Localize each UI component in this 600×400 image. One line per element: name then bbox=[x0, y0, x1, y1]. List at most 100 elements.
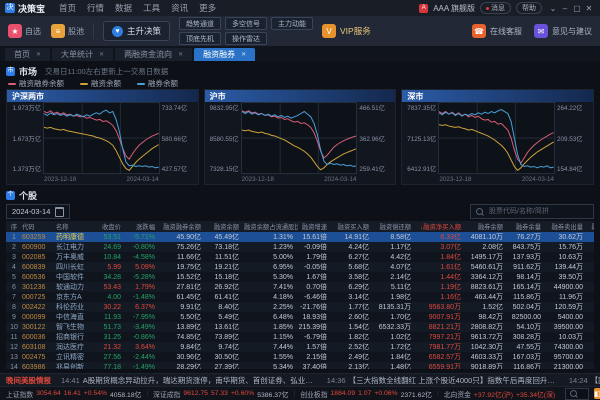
index-创业板指[interactable]: 创业板指1884.091.07+0.06%2371.62亿 bbox=[300, 389, 432, 399]
table-row-603259[interactable]: 1603259药明康德53.51-5.71%45.90亿45.49亿1.31%1… bbox=[6, 232, 594, 242]
column-header-名称[interactable]: 名称 bbox=[54, 222, 96, 231]
tab-大单统计[interactable]: 大单统计✕ bbox=[52, 48, 113, 61]
column-header-融资买入额[interactable]: 融资买入额 bbox=[332, 222, 374, 231]
column-header-序[interactable]: 序 bbox=[6, 222, 20, 231]
pill-多空信号[interactable]: 多空信号 bbox=[225, 17, 267, 30]
toolbar: ★自选 ≡股池 ♥ 主升决策 趋势通道多空信号主力动能顶底先机操作雷达 V VIP… bbox=[0, 16, 600, 46]
tab-close-icon[interactable]: ✕ bbox=[241, 51, 246, 58]
news-item[interactable]: 14:41A股期货概念异动拉升，瑞达期货涨停，南华期货、首创证券、弘业… bbox=[61, 375, 313, 386]
cell-chg: -3.49% bbox=[126, 324, 160, 331]
messages-label: 消息 bbox=[491, 3, 505, 13]
table-row-603986[interactable]: 14603986兆易创新77.18-1.49%28.29亿27.39亿5.34%… bbox=[6, 362, 594, 369]
dropdown-icon[interactable]: ⌄ bbox=[547, 4, 559, 13]
news-item[interactable]: 14:36【三大指数全线翻红 上涨个股近4000只】指数午后再度回升… bbox=[327, 375, 555, 386]
button-在线客服[interactable]: ☎在线客服 bbox=[472, 24, 522, 38]
column-header-涨跌幅[interactable]: 涨跌幅 bbox=[126, 222, 160, 231]
menu-item-行情[interactable]: 行情 bbox=[87, 2, 104, 14]
pill-顶底先机[interactable]: 顶底先机 bbox=[179, 32, 221, 45]
help-button[interactable]: 帮助 bbox=[516, 2, 542, 14]
quick-items: ★自选 ≡股池 bbox=[8, 24, 84, 38]
index-深证成指[interactable]: 深证成指9612.7557.33+0.60%5386.37亿 bbox=[153, 389, 288, 399]
tab-两融资金流向[interactable]: 两融资金流向✕ bbox=[115, 48, 192, 61]
menu-item-首页[interactable]: 首页 bbox=[59, 2, 76, 14]
table-row-603108[interactable]: 12603108润达医疗21.323.64%9.84亿9.74亿7.44%1.5… bbox=[6, 342, 594, 352]
column-header-融券卖出量[interactable]: 融券卖出量 bbox=[546, 222, 588, 231]
column-header-代码[interactable]: 代码 bbox=[20, 222, 54, 231]
menu-item-资讯[interactable]: 资讯 bbox=[171, 2, 188, 14]
table-body: 1603259药明康德53.51-5.71%45.90亿45.49亿1.31%1… bbox=[6, 232, 594, 369]
table-row-301236[interactable]: 6301236软通动力53.431.79%27.81亿26.92亿7.41%0.… bbox=[6, 282, 594, 292]
table-row-600900[interactable]: 2600900长江电力24.69-0.80%75.26亿73.18亿1.23%-… bbox=[6, 242, 594, 252]
cell-rqyl: 76.27万 bbox=[508, 232, 546, 242]
quick-自选[interactable]: ★自选 bbox=[8, 24, 41, 38]
vip-service-button[interactable]: V VIP服务 bbox=[322, 24, 371, 38]
chart-plot[interactable] bbox=[43, 102, 160, 174]
cell-close: 21.32 bbox=[96, 344, 126, 351]
column-header-融券偿还量[interactable]: 融券偿还量 bbox=[588, 222, 594, 231]
table-row-000099[interactable]: 9000099中信海直11.93-7.95%5.50亿5.49亿6.48%18.… bbox=[6, 312, 594, 322]
table-row-002085[interactable]: 3002085万丰奥威10.84-4.58%11.66亿11.51亿5.00%1… bbox=[6, 252, 594, 262]
statusbar-search-box[interactable] bbox=[565, 388, 589, 400]
table-row-600036[interactable]: 11600036招商银行31.25-0.86%74.85亿73.89亿1.15%… bbox=[6, 332, 594, 342]
pill-主力动能[interactable]: 主力动能 bbox=[271, 17, 313, 30]
main-strategy-button[interactable]: ♥ 主升决策 bbox=[103, 21, 170, 41]
tab-融资融券[interactable]: 融资融券 ✕ bbox=[194, 48, 255, 61]
tab-close-icon[interactable]: ✕ bbox=[178, 51, 183, 58]
column-header-↓融资净买入额[interactable]: ↓融资净买入额 bbox=[416, 222, 466, 231]
股池-icon: ≡ bbox=[51, 24, 65, 38]
chart-plot[interactable] bbox=[438, 102, 555, 174]
minimize-button[interactable]: – bbox=[559, 4, 571, 13]
statusbar-search-input[interactable] bbox=[580, 389, 584, 398]
cell-code: 600036 bbox=[20, 334, 54, 341]
tab-label: 融资融券 bbox=[203, 49, 235, 60]
messages-button[interactable]: 消息 bbox=[480, 2, 511, 14]
column-header-融资余额[interactable]: 融资余额 bbox=[206, 222, 244, 231]
table-row-600839[interactable]: 4600839四川长虹5.995.09%19.75亿19.21亿6.95%-0.… bbox=[6, 262, 594, 272]
cell-net: 9007.91万 bbox=[416, 312, 466, 322]
stock-search-box[interactable] bbox=[470, 204, 594, 219]
quick-股池[interactable]: ≡股池 bbox=[51, 24, 84, 38]
table-row-600536[interactable]: 5600536中国软件34.28-5.28%15.52亿15.18亿5.30%1… bbox=[6, 272, 594, 282]
table-row-300122[interactable]: 10300122智飞生物51.73-3.49%13.89亿13.61亿1.85%… bbox=[6, 322, 594, 332]
close-button[interactable]: ✕ bbox=[583, 4, 595, 13]
table-row-000725[interactable]: 7000725京东方A4.00-1.48%61.45亿61.41亿4.18%-6… bbox=[6, 292, 594, 302]
date-picker[interactable]: 2024-03-14 bbox=[6, 204, 70, 219]
cell-rzye: 61.41亿 bbox=[206, 292, 244, 302]
northbound-funds[interactable]: 北向资金+37.92亿(沪)+35.34亿(深) bbox=[444, 389, 555, 399]
cell-name: 京东方A bbox=[54, 292, 96, 302]
stock-search-input[interactable] bbox=[487, 207, 588, 216]
column-header-融券余量[interactable]: 融券余量 bbox=[508, 222, 546, 231]
cell-sell: 39500.00 bbox=[546, 324, 588, 331]
maximize-button[interactable]: ▢ bbox=[571, 4, 583, 13]
column-header-融券余额[interactable]: 融券余额 bbox=[466, 222, 508, 231]
chart-plot[interactable] bbox=[241, 102, 358, 174]
menu-item-更多[interactable]: 更多 bbox=[199, 2, 216, 14]
cell-close: 31.25 bbox=[96, 334, 126, 341]
tab-close-icon[interactable]: ✕ bbox=[36, 51, 41, 58]
news-item[interactable]: 14:24【国联证券：银行与美债期货下挫空间不大 具备高胜率配置价值…】 bbox=[569, 375, 600, 386]
market-icon: 市 bbox=[6, 67, 15, 76]
table-row-002475[interactable]: 13002475立讯精密27.56-2.44%30.96亿30.50亿1.55%… bbox=[6, 352, 594, 362]
cell-sell: 44900.00 bbox=[546, 284, 588, 291]
menu-item-数据[interactable]: 数据 bbox=[115, 2, 132, 14]
account-name[interactable]: AAA 旗舰版 bbox=[433, 3, 475, 14]
cell-chg: -1.49% bbox=[126, 364, 160, 370]
cell-code: 000099 bbox=[20, 314, 54, 321]
cell-rqyl: 98.14万 bbox=[508, 272, 546, 282]
column-header-融资融券余额[interactable]: 融资融券余额 bbox=[160, 222, 206, 231]
column-header-收盘价[interactable]: 收盘价 bbox=[96, 222, 126, 231]
cell-code: 603259 bbox=[20, 234, 54, 241]
column-header-融资余额占流通股比[interactable]: 融资余额占流通股比 bbox=[244, 222, 298, 231]
market-charts: 沪深两市1.973万亿1.673万亿1.373万亿733.74亿580.66亿4… bbox=[6, 89, 594, 185]
column-header-融资偿还额[interactable]: 融资偿还额 bbox=[374, 222, 416, 231]
pill-操作雷达[interactable]: 操作雷达 bbox=[225, 32, 267, 45]
column-header-融资增速[interactable]: 融资增速 bbox=[298, 222, 332, 231]
tab-close-icon[interactable]: ✕ bbox=[99, 51, 104, 58]
tab-首页[interactable]: 首页✕ bbox=[5, 48, 50, 61]
table-row-002422[interactable]: 8002422科伦药业30.226.37%9.91亿8.40亿2.25%-21.… bbox=[6, 302, 594, 312]
pill-趋势通道[interactable]: 趋势通道 bbox=[179, 17, 221, 30]
index-上证指数[interactable]: 上证指数3054.6416.41+0.54%4058.18亿 bbox=[6, 389, 141, 399]
theme-icon[interactable]: ◧ bbox=[594, 388, 600, 399]
button-意见与建议[interactable]: ✉意见与建议 bbox=[534, 24, 592, 38]
menu-item-工具[interactable]: 工具 bbox=[143, 2, 160, 14]
